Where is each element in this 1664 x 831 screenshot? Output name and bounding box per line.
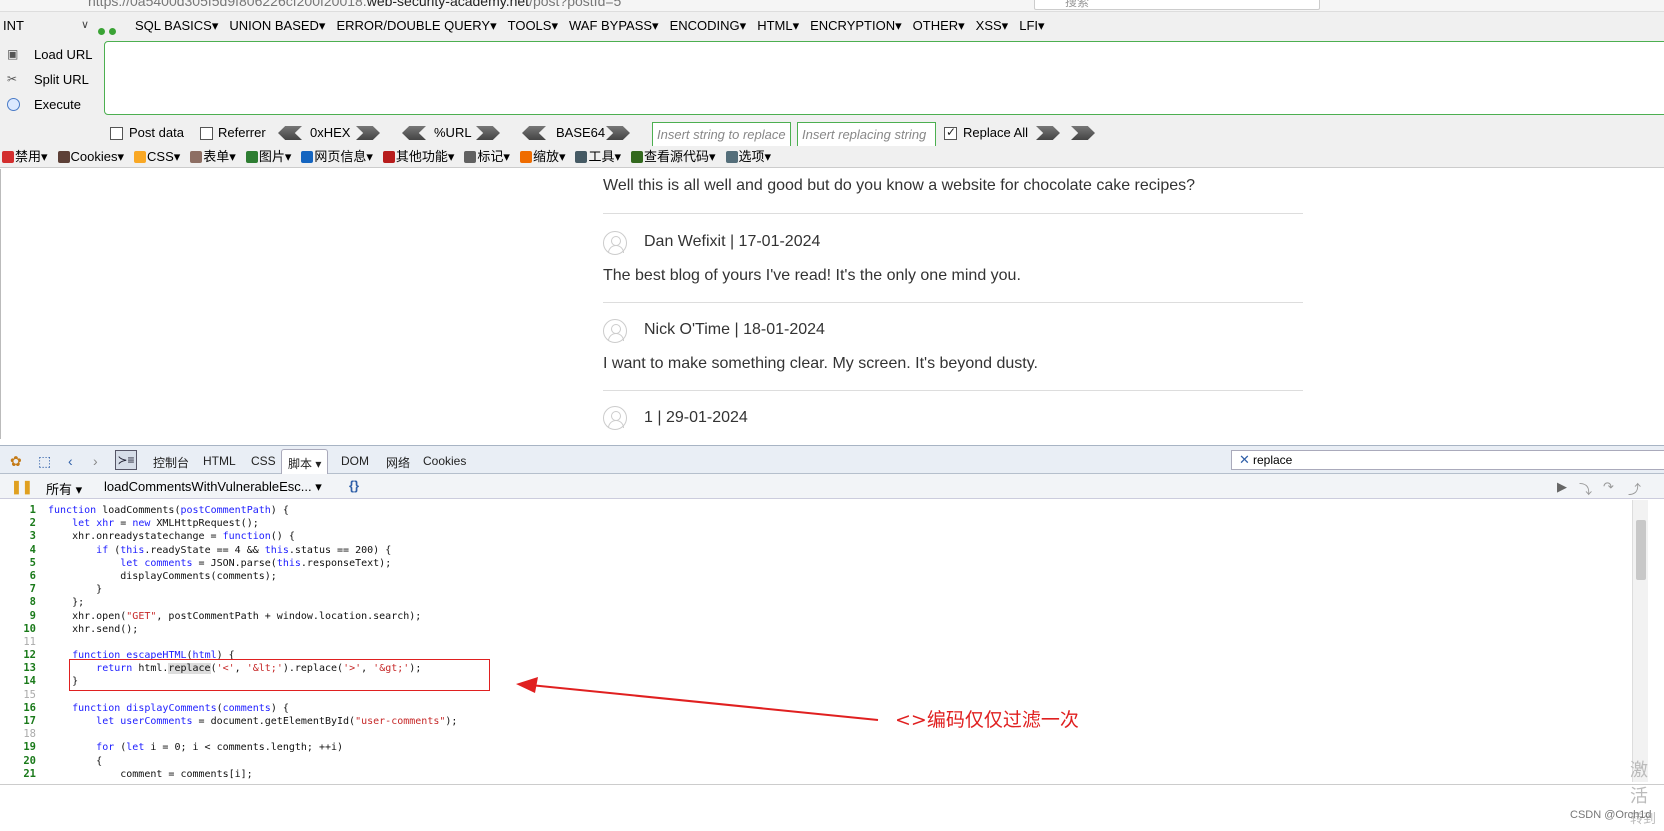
annotation-text: <>编码仅仅过滤一次 <box>895 709 1079 731</box>
status-bar <box>0 784 1664 831</box>
watermark: CSDN @Orch1d <box>1570 809 1652 821</box>
annotation-arrow <box>516 677 879 721</box>
